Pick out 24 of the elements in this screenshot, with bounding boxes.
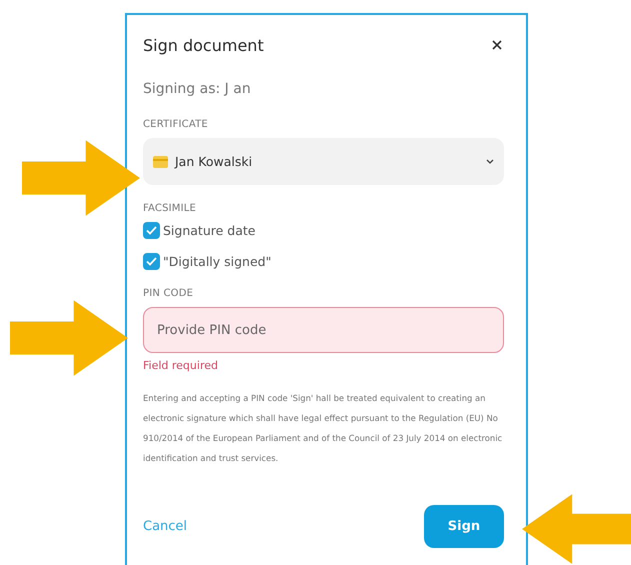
legal-notice: Entering and accepting a PIN code 'Sign' hall be treated equivalent to creating an electronic signature which shall have legal effect pursuant to the Regulation (EU) No 910/2014 of the European Parliament and of the Council of 23 July 2014 on electronic identification and trust services. — [143, 392, 504, 465]
sign-button[interactable]: Sign — [424, 505, 504, 548]
dialog-title: Sign document — [143, 36, 264, 54]
error-message: Field required — [143, 359, 219, 372]
certificate-select[interactable]: Jan Kowalski — [143, 138, 504, 185]
certificate-label: CERTIFICATE — [143, 119, 209, 130]
close-button[interactable] — [490, 38, 504, 52]
pin-code-field[interactable]: Provide PIN code — [143, 307, 504, 353]
pin-code-label: PIN CODE — [143, 288, 194, 299]
facsimile-label: FACSIMILE — [143, 203, 198, 214]
card-icon — [153, 156, 168, 168]
chevron-down-icon — [486, 159, 494, 164]
checkbox[interactable] — [143, 253, 160, 270]
close-icon — [490, 38, 504, 52]
arrow-icon — [22, 140, 140, 216]
cancel-button[interactable]: Cancel — [143, 519, 188, 534]
arrow-icon — [10, 298, 128, 378]
checkmark-icon — [146, 226, 157, 235]
checkbox-label: "Digitally signed" — [163, 254, 272, 269]
checkmark-icon — [146, 257, 157, 266]
signing-as-text: Signing as: J an — [143, 81, 252, 97]
arrow-icon — [522, 493, 631, 565]
checkbox[interactable] — [143, 222, 160, 239]
checkbox-label: Signature date — [163, 223, 256, 238]
